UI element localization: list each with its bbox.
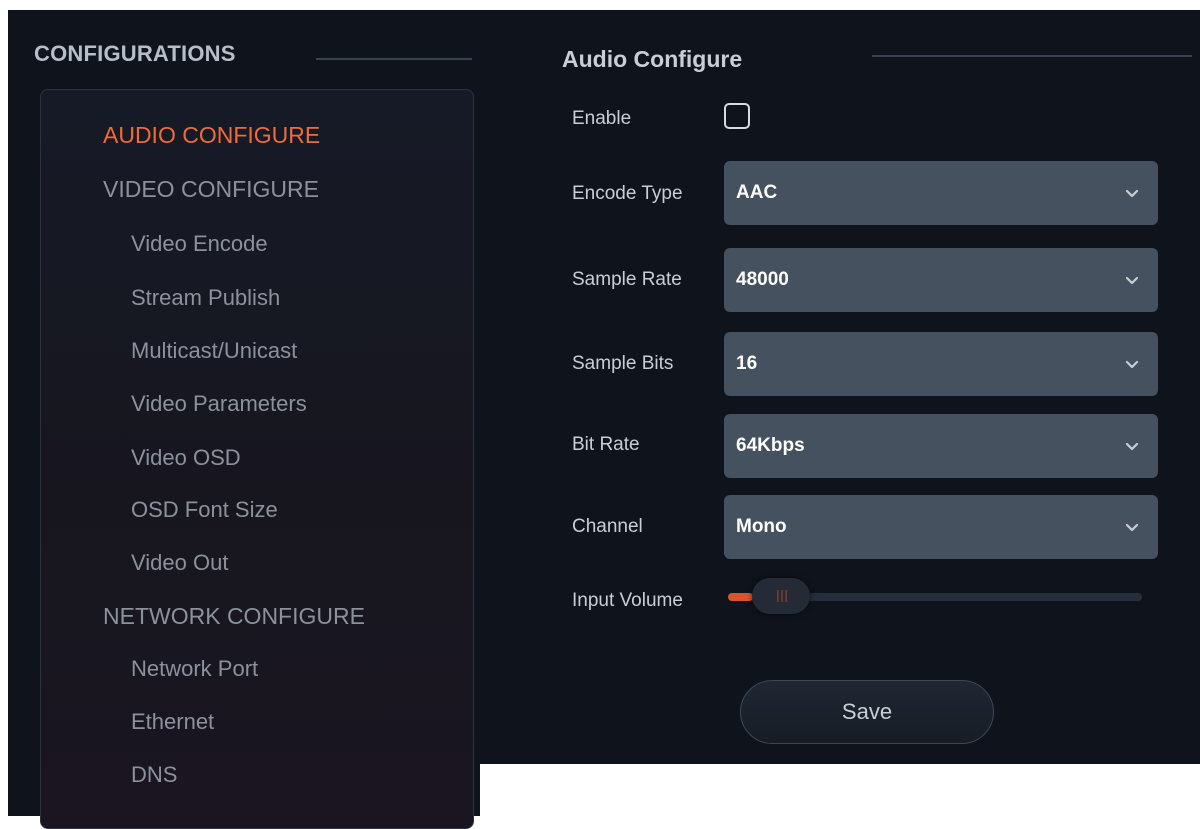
sidebar-item-audio-configure[interactable]: AUDIO CONFIGURE <box>103 122 320 149</box>
bit-rate-label: Bit Rate <box>572 434 640 455</box>
sidebar-item-video-configure[interactable]: VIDEO CONFIGURE <box>103 176 319 203</box>
sidebar-item-ethernet[interactable]: Ethernet <box>131 709 214 735</box>
sidebar-item-dns[interactable]: DNS <box>131 762 177 788</box>
sidebar-item-stream-publish[interactable]: Stream Publish <box>131 285 280 311</box>
blank-area <box>480 764 1200 816</box>
grip-icon <box>777 590 787 602</box>
input-volume-label: Input Volume <box>572 590 683 611</box>
enable-label: Enable <box>572 108 632 129</box>
encode-type-value: AAC <box>736 182 778 203</box>
sample-bits-label: Sample Bits <box>572 353 674 374</box>
sample-bits-value: 16 <box>736 353 758 374</box>
encode-type-label: Encode Type <box>572 183 683 204</box>
channel-value: Mono <box>736 516 787 537</box>
chevron-down-icon <box>1125 523 1139 532</box>
channel-select[interactable]: Mono <box>724 495 1158 559</box>
input-volume-fill <box>728 593 753 601</box>
sidebar-item-network-port[interactable]: Network Port <box>131 656 258 682</box>
sidebar-item-network-configure[interactable]: NETWORK CONFIGURE <box>103 603 365 630</box>
configurations-divider <box>316 58 472 60</box>
sample-rate-value: 48000 <box>736 269 789 290</box>
chevron-down-icon <box>1125 189 1139 198</box>
enable-checkbox[interactable] <box>724 103 750 129</box>
sidebar-panel: AUDIO CONFIGURE VIDEO CONFIGURE Video En… <box>40 89 474 829</box>
sidebar-item-video-osd[interactable]: Video OSD <box>131 445 241 471</box>
save-button[interactable]: Save <box>740 680 994 744</box>
chevron-down-icon <box>1125 276 1139 285</box>
encode-type-select[interactable]: AAC <box>724 161 1158 225</box>
channel-label: Channel <box>572 516 643 537</box>
sidebar-item-video-parameters[interactable]: Video Parameters <box>131 391 307 417</box>
sidebar-item-osd-font-size[interactable]: OSD Font Size <box>131 497 278 523</box>
sidebar-item-multicast-unicast[interactable]: Multicast/Unicast <box>131 338 297 364</box>
configurations-heading: CONFIGURATIONS <box>34 41 236 66</box>
sample-rate-select[interactable]: 48000 <box>724 248 1158 312</box>
sidebar-item-video-encode[interactable]: Video Encode <box>131 231 268 257</box>
bit-rate-select[interactable]: 64Kbps <box>724 414 1158 478</box>
input-volume-handle[interactable] <box>752 578 810 614</box>
page-title: Audio Configure <box>562 46 743 72</box>
title-divider <box>872 55 1192 57</box>
chevron-down-icon <box>1125 442 1139 451</box>
sample-bits-select[interactable]: 16 <box>724 332 1158 396</box>
chevron-down-icon <box>1125 360 1139 369</box>
sample-rate-label: Sample Rate <box>572 269 682 290</box>
bit-rate-value: 64Kbps <box>736 435 805 456</box>
sidebar-item-video-out[interactable]: Video Out <box>131 550 228 576</box>
